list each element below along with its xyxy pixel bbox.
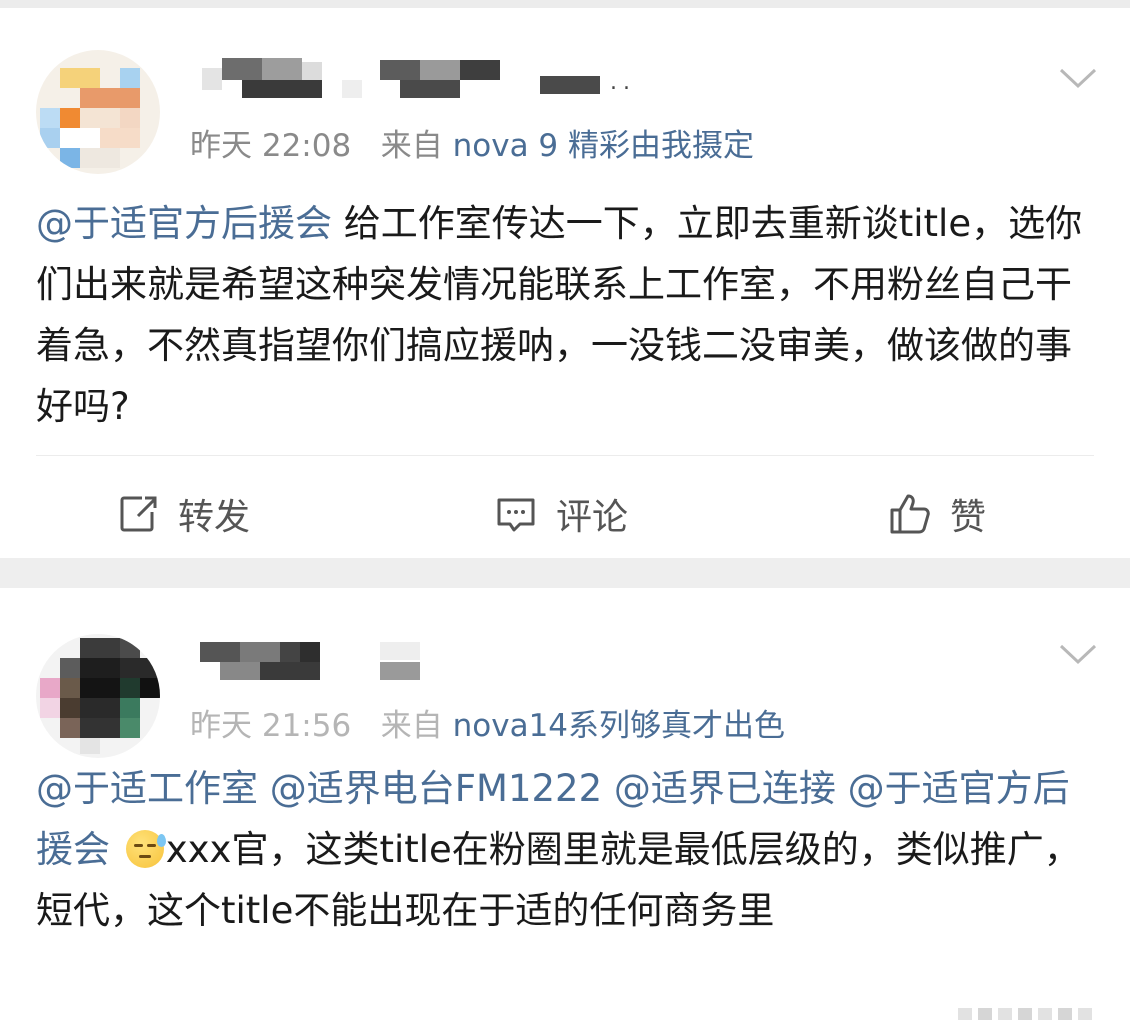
comment-icon (497, 498, 535, 532)
source-device[interactable]: nova14系列够真才出色 (453, 708, 785, 744)
like-button[interactable]: 赞 (888, 484, 986, 544)
chevron-down-icon[interactable] (1058, 64, 1098, 92)
comment-label: 评论 (556, 497, 629, 538)
avatar[interactable] (36, 50, 160, 174)
action-divider (36, 455, 1094, 456)
sweat-face-emoji (125, 830, 166, 868)
like-label: 赞 (950, 497, 987, 538)
post-content: @于适工作室 @适界电台FM1222 @适界已连接 @于适官方后援会 xxx官，… (36, 758, 1094, 941)
avatar[interactable] (36, 634, 160, 758)
post-meta: 昨天 22:08 来自 nova 9 精彩由我摄定 (190, 120, 754, 165)
mention-link[interactable]: @于适官方后援会 (36, 202, 332, 245)
top-separator (0, 0, 1130, 8)
source-prefix: 来自 (380, 708, 443, 744)
source-device[interactable]: nova 9 精彩由我摄定 (453, 128, 754, 164)
post-body-text: xxx官，这类title在粉圈里就是最低层级的，类似推广，短代，这个title不… (36, 828, 1081, 932)
post-time: 昨天 22:08 (190, 128, 352, 164)
repost-icon (120, 496, 157, 532)
name-ellipsis: .. (610, 70, 636, 95)
repost-button[interactable]: 转发 (116, 484, 250, 544)
post-card[interactable]: 昨天 21:56 来自 nova14系列够真才出色 @于适工作室 @适界电台FM… (0, 588, 1130, 1036)
weibo-comment-feed: .. 昨天 22:08 来自 nova 9 精彩由我摄定 @于适官方后援会 给工… (0, 0, 1130, 1036)
post-content: @于适官方后援会 给工作室传达一下，立即去重新谈title，选你们出来就是希望这… (36, 193, 1094, 437)
mention-link[interactable]: @于适工作室 (36, 767, 258, 810)
source-prefix: 来自 (380, 128, 443, 164)
post-card[interactable]: .. 昨天 22:08 来自 nova 9 精彩由我摄定 @于适官方后援会 给工… (0, 8, 1130, 558)
comment-button[interactable]: 评论 (494, 484, 628, 544)
post-meta: 昨天 21:56 来自 nova14系列够真才出色 (190, 700, 785, 745)
thumbs-up-icon (890, 494, 930, 534)
mention-link[interactable]: @适界已连接 (614, 767, 836, 810)
repost-label: 转发 (178, 497, 251, 538)
post-time: 昨天 21:56 (190, 708, 352, 744)
watermark (958, 1008, 1092, 1020)
mention-link[interactable]: @适界电台FM1222 (270, 767, 602, 810)
chevron-down-icon[interactable] (1058, 640, 1098, 668)
